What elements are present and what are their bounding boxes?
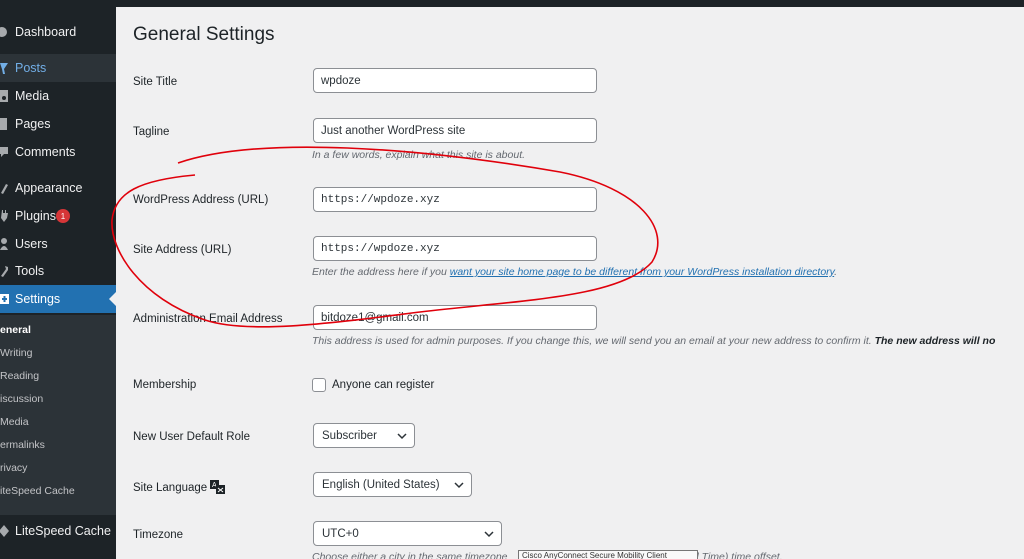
- comment-icon: [0, 145, 10, 159]
- settings-submenu: eneral Writing Reading iscussion Media e…: [0, 315, 116, 515]
- timezone-description-end: al Time) time offset.: [690, 551, 783, 559]
- menu-label-dashboard: Dashboard: [15, 25, 77, 39]
- site-address-help-link[interactable]: want your site home page to be different…: [450, 266, 834, 278]
- menu-label-appearance: Appearance: [15, 181, 83, 195]
- translation-icon: A: [210, 480, 226, 494]
- tagline-description: In a few words, explain what this site i…: [312, 149, 526, 161]
- site-address-description-end: .: [834, 266, 838, 278]
- site-language-label-text: Site Language: [133, 482, 208, 494]
- settings-icon: [0, 292, 10, 306]
- menu-users[interactable]: Users: [0, 230, 116, 258]
- menu-tools[interactable]: Tools: [0, 257, 116, 285]
- site-address-description-text: Enter the address here if you: [312, 266, 450, 278]
- menu-label-settings: Settings: [15, 292, 61, 306]
- submenu-privacy[interactable]: rivacy: [0, 462, 27, 474]
- anyone-can-register-checkbox[interactable]: [312, 378, 326, 392]
- submenu-permalinks[interactable]: ermalinks: [0, 439, 45, 451]
- site-address-description: Enter the address here if you want your …: [312, 266, 837, 278]
- site-language-select[interactable]: English (United States): [313, 472, 472, 497]
- submenu-reading[interactable]: Reading: [0, 370, 39, 382]
- menu-label-media: Media: [15, 89, 50, 103]
- admin-sidebar: Dashboard Posts Media Pages Comments App…: [0, 7, 116, 559]
- site-title-label: Site Title: [133, 76, 178, 88]
- menu-label-plugins: Plugins: [15, 209, 56, 223]
- timezone-value: UTC+0: [322, 527, 359, 540]
- timezone-select[interactable]: UTC+0: [313, 521, 502, 546]
- admin-email-label: Administration Email Address: [133, 313, 283, 325]
- users-icon: [0, 237, 10, 251]
- chevron-down-icon: [453, 479, 465, 491]
- submenu-writing[interactable]: Writing: [0, 347, 32, 359]
- site-language-value: English (United States): [322, 478, 440, 491]
- admin-email-input[interactable]: bitdoze1@gmail.com: [313, 305, 597, 330]
- membership-label: Membership: [133, 379, 197, 391]
- site-title-input[interactable]: wpdoze: [313, 68, 597, 93]
- admin-email-description-text: This address is used for admin purposes.…: [312, 335, 875, 347]
- site-address-input[interactable]: https://wpdoze.xyz: [313, 236, 597, 261]
- default-role-label: New User Default Role: [133, 431, 250, 443]
- site-language-label: Site Language A: [133, 480, 226, 494]
- site-address-label: Site Address (URL): [133, 244, 232, 256]
- wordpress-address-label: WordPress Address (URL): [133, 194, 269, 206]
- chevron-down-icon: [396, 430, 408, 442]
- wrench-icon: [0, 264, 10, 278]
- menu-label-posts: Posts: [15, 61, 47, 75]
- anyone-can-register-label[interactable]: Anyone can register: [332, 379, 434, 391]
- tagline-label: Tagline: [133, 126, 170, 138]
- page-title: General Settings: [133, 24, 275, 45]
- menu-label-tools: Tools: [15, 264, 45, 278]
- menu-appearance[interactable]: Appearance: [0, 174, 116, 202]
- menu-litespeed-cache[interactable]: LiteSpeed Cache: [0, 517, 116, 545]
- admin-email-description: This address is used for admin purposes.…: [312, 335, 995, 347]
- menu-media[interactable]: Media: [0, 82, 116, 110]
- dashboard-icon: [0, 25, 10, 39]
- timezone-label: Timezone: [133, 529, 184, 541]
- chevron-down-icon: [483, 528, 495, 540]
- submenu-general[interactable]: eneral: [0, 324, 31, 336]
- system-tooltip: Cisco AnyConnect Secure Mobility Client: [518, 550, 698, 559]
- litespeed-icon: [0, 524, 10, 538]
- settings-content: General Settings Site Title wpdoze Tagli…: [116, 7, 1024, 559]
- wordpress-address-input[interactable]: https://wpdoze.xyz: [313, 187, 597, 212]
- default-role-value: Subscriber: [322, 429, 377, 442]
- page-icon: [0, 117, 10, 131]
- submenu-discussion[interactable]: iscussion: [0, 393, 43, 405]
- menu-label-litespeed-cache: LiteSpeed Cache: [15, 524, 111, 538]
- pin-icon: [0, 61, 10, 75]
- menu-dashboard[interactable]: Dashboard: [0, 18, 116, 46]
- menu-label-pages: Pages: [15, 117, 51, 131]
- default-role-select[interactable]: Subscriber: [313, 423, 415, 448]
- timezone-description-start: Choose either a city in the same timezon…: [312, 551, 508, 559]
- admin-bar: [0, 0, 1024, 7]
- menu-comments[interactable]: Comments: [0, 138, 116, 166]
- menu-label-comments: Comments: [15, 145, 76, 159]
- tagline-input[interactable]: Just another WordPress site: [313, 118, 597, 143]
- plug-icon: [0, 209, 10, 223]
- menu-posts[interactable]: Posts: [0, 54, 116, 82]
- menu-label-users: Users: [15, 237, 48, 251]
- menu-plugins[interactable]: Plugins 1: [0, 202, 116, 230]
- brush-icon: [0, 181, 10, 195]
- plugins-update-badge: 1: [56, 209, 70, 223]
- menu-settings[interactable]: Settings: [0, 285, 116, 313]
- submenu-litespeed-cache[interactable]: iteSpeed Cache: [0, 485, 75, 497]
- admin-email-description-bold: The new address will no: [874, 335, 996, 347]
- menu-pages[interactable]: Pages: [0, 110, 116, 138]
- media-icon: [0, 89, 10, 103]
- submenu-media[interactable]: Media: [0, 416, 29, 428]
